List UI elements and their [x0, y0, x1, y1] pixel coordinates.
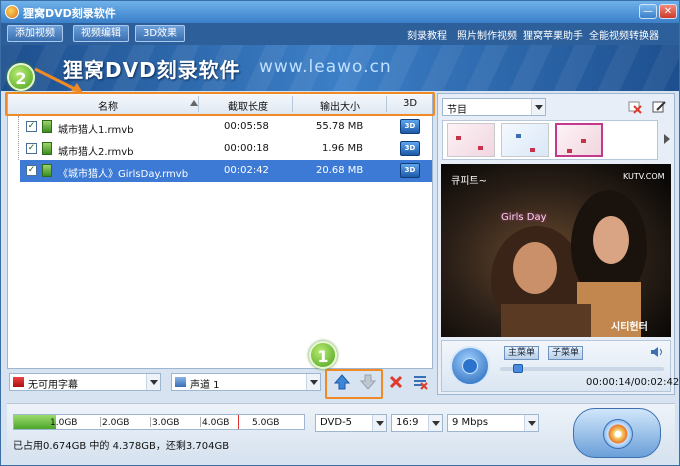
subtitle-select-value: 无可用字幕	[28, 380, 78, 391]
disc-burn-icon	[603, 419, 633, 449]
play-button[interactable]	[450, 346, 490, 386]
row-checkbox[interactable]: ✓	[26, 165, 37, 176]
video-converter-link[interactable]: 全能视频转换器	[589, 27, 659, 42]
chevron-down-icon[interactable]	[531, 99, 545, 115]
row-size: 55.78 MB	[316, 121, 364, 132]
chevron-down-icon[interactable]	[372, 415, 386, 431]
video-file-icon	[42, 164, 52, 177]
row-checkbox[interactable]: ✓	[26, 143, 37, 154]
chevron-down-icon[interactable]	[428, 415, 442, 431]
audio-select-value: 声道 1	[190, 380, 220, 391]
volume-icon[interactable]	[650, 346, 664, 358]
banner: 狸窝DVD刻录软件 www.leawo.cn	[1, 45, 679, 91]
window-title: 狸窝DVD刻录软件	[23, 7, 116, 20]
edit-menu-button[interactable]	[652, 100, 666, 114]
video-song-title: Girls Day	[501, 212, 547, 223]
title-bar: 狸窝DVD刻录软件 — ✕	[1, 1, 679, 23]
chevron-down-icon[interactable]	[146, 374, 160, 390]
menu-template-thumb-selected[interactable]	[555, 123, 603, 157]
3d-badge-icon[interactable]: 3D	[400, 163, 420, 178]
program-select-value: 节目	[447, 105, 467, 116]
playback-time: 00:00:14/00:02:42	[586, 377, 680, 388]
capacity-info-text: 已占用0.674GB 中的 4.378GB，还剩3.704GB	[13, 441, 230, 452]
table-row-selected[interactable]: ✓ 《城市猎人》GirlsDay.rmvb 00:02:42 20.68 MB …	[20, 160, 432, 182]
delete-button[interactable]	[387, 373, 405, 391]
burn-button[interactable]	[573, 408, 661, 458]
menu-template-thumb[interactable]	[447, 123, 495, 157]
enter-icon	[462, 358, 478, 374]
capacity-tick: 1.0GB	[50, 418, 78, 428]
dvd-limit-marker	[238, 415, 239, 429]
main-menu-button[interactable]: 主菜单	[504, 346, 540, 360]
apple-helper-link[interactable]: 狸窝苹果助手	[523, 27, 583, 42]
row-size: 1.96 MB	[322, 143, 363, 154]
file-list-panel: 名称 截取长度 输出大小 3D ✓ 城市猎人1.rmvb 00:05:58 55…	[7, 93, 433, 369]
aspect-ratio-value: 16:9	[396, 417, 419, 428]
capacity-tick: 5.0GB	[252, 418, 280, 428]
sub-menu-button[interactable]: 子菜单	[548, 346, 584, 360]
edit-video-button[interactable]: 视频编辑	[73, 25, 129, 42]
capacity-tick: 2.0GB	[102, 418, 130, 428]
3d-effect-button[interactable]: 3D效果	[135, 25, 185, 42]
row-checkbox[interactable]: ✓	[26, 121, 37, 132]
app-window: 狸窝DVD刻录软件 — ✕ 添加视频 视频编辑 3D效果 刻录教程 照片制作视频…	[0, 0, 680, 466]
playback-controls: 主菜单 子菜单 00:00:14/00:02:42	[441, 340, 679, 392]
video-channel-logo: KUTV.COM	[623, 172, 665, 181]
aspect-ratio-select[interactable]: 16:9	[391, 414, 443, 432]
video-preview: 큐피트~ KUTV.COM Girls Day 시티헌터	[441, 164, 671, 337]
preview-panel: 节目 큐피트~ KUTV.COM Girls Day 시티헌터 主菜单 子菜单 …	[437, 93, 679, 395]
bitrate-value: 9 Mbps	[452, 417, 489, 428]
3d-badge-icon[interactable]: 3D	[400, 119, 420, 134]
video-overlay-text: 큐피트~	[451, 176, 487, 187]
video-file-icon	[42, 120, 52, 133]
disc-type-value: DVD-5	[320, 417, 353, 428]
row-length: 00:00:18	[224, 143, 269, 154]
row-size: 20.68 MB	[316, 165, 364, 176]
row-length: 00:02:42	[224, 165, 269, 176]
subtitle-select[interactable]: 无可用字幕	[9, 373, 161, 391]
capacity-tick: 4.0GB	[202, 418, 230, 428]
video-show-logo: 시티헌터	[611, 322, 648, 333]
disc-capacity-bar: 1.0GB 2.0GB 3.0GB 4.0GB 5.0GB	[13, 414, 305, 430]
audio-track-select[interactable]: 声道 1	[171, 373, 321, 391]
row-file-name: 城市猎人1.rmvb	[58, 125, 134, 136]
clear-list-button[interactable]	[411, 373, 429, 391]
audio-track-icon	[175, 377, 186, 387]
row-file-name: 《城市猎人》GirlsDay.rmvb	[58, 169, 189, 180]
callout-arrow-icon	[34, 67, 83, 93]
capacity-tick: 3.0GB	[152, 418, 180, 428]
chevron-down-icon[interactable]	[524, 415, 538, 431]
subtitle-icon	[13, 377, 24, 387]
table-row[interactable]: ✓ 城市猎人2.rmvb 00:00:18 1.96 MB 3D	[8, 138, 432, 160]
disc-type-select[interactable]: DVD-5	[315, 414, 387, 432]
menu-template-thumb[interactable]	[501, 123, 549, 157]
row-file-name: 城市猎人2.rmvb	[58, 147, 134, 158]
output-bar: 1.0GB 2.0GB 3.0GB 4.0GB 5.0GB 已占用0.674GB…	[7, 403, 675, 461]
banner-title: 狸窝DVD刻录软件	[63, 58, 241, 82]
row-length: 00:05:58	[224, 121, 269, 132]
thumbs-next-icon[interactable]	[662, 132, 672, 146]
app-logo-icon	[5, 5, 19, 19]
menu-bar: 添加视频 视频编辑 3D效果 刻录教程 照片制作视频 狸窝苹果助手 全能视频转换…	[1, 23, 679, 45]
callout-1-badge: 1	[309, 341, 337, 369]
seek-bar[interactable]	[500, 364, 664, 373]
move-down-button[interactable]	[359, 373, 377, 391]
move-up-button[interactable]	[333, 373, 351, 391]
3d-badge-icon[interactable]: 3D	[400, 141, 420, 156]
delete-menu-button[interactable]	[628, 100, 642, 114]
add-video-button[interactable]: 添加视频	[7, 25, 63, 42]
chevron-down-icon[interactable]	[306, 374, 320, 390]
burn-tutorial-link[interactable]: 刻录教程	[407, 27, 447, 42]
close-button[interactable]: ✕	[659, 4, 677, 19]
minimize-button[interactable]: —	[639, 4, 657, 19]
program-select[interactable]: 节目	[442, 98, 546, 116]
menu-template-strip	[442, 120, 658, 160]
video-file-icon	[42, 142, 52, 155]
bitrate-select[interactable]: 9 Mbps	[447, 414, 539, 432]
banner-url: www.leawo.cn	[259, 57, 392, 77]
photo-video-link[interactable]: 照片制作视频	[457, 27, 517, 42]
table-row[interactable]: ✓ 城市猎人1.rmvb 00:05:58 55.78 MB 3D	[8, 116, 432, 138]
seek-knob[interactable]	[513, 364, 523, 373]
